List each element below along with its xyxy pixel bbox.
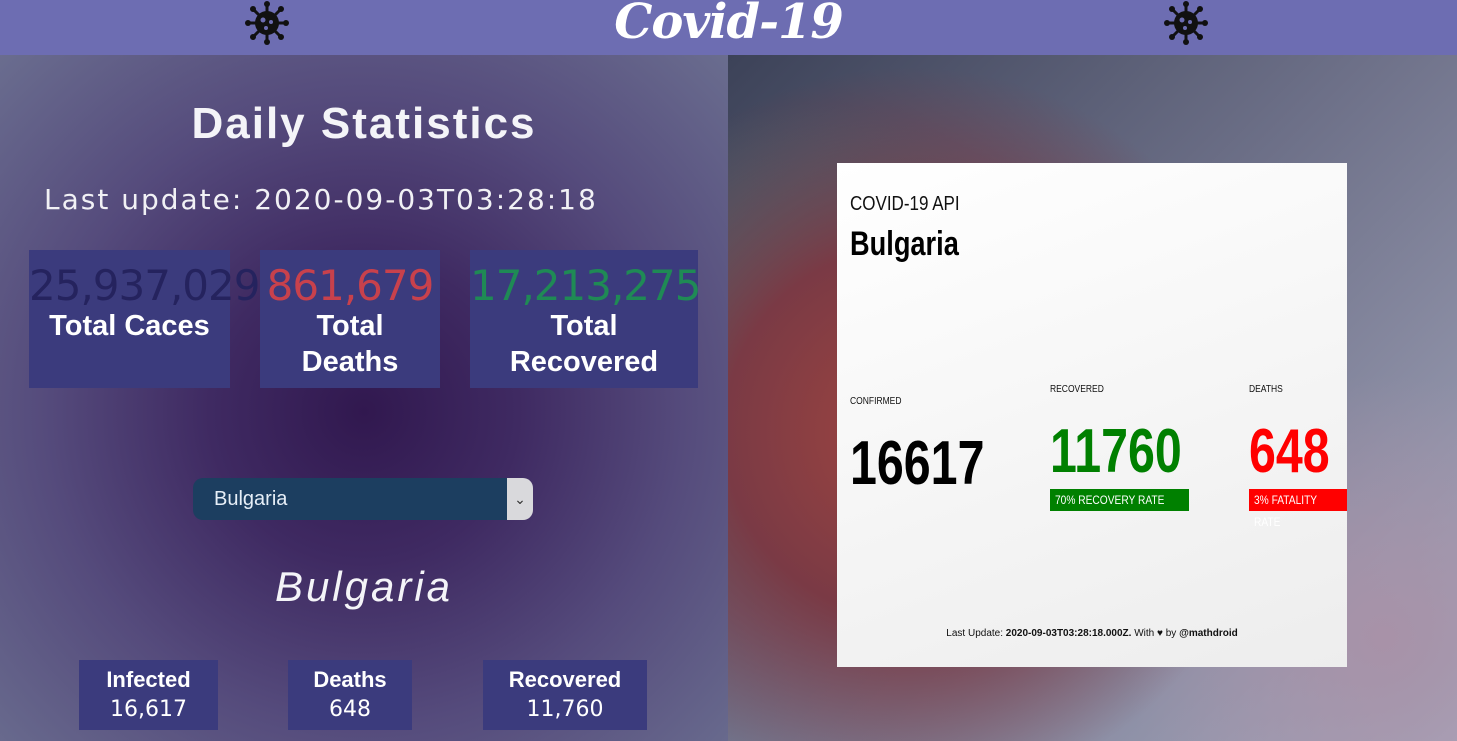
selected-country-name: Bulgaria — [274, 563, 454, 610]
covid-api-card: COVID-19 API Bulgaria CONFIRMED 16617 RE… — [837, 163, 1347, 667]
last-update-label: Last update: — [44, 183, 244, 216]
infected-value: 16,617 — [110, 697, 187, 722]
fatality-rate-text: 3% FATALITY RATE — [1254, 493, 1317, 529]
virus-background-image: COVID-19 API Bulgaria CONFIRMED 16617 RE… — [728, 55, 1457, 741]
virus-icon — [1164, 1, 1208, 45]
country-select-value[interactable]: Bulgaria — [193, 478, 507, 520]
total-deaths-card: 861,679 Total Deaths — [260, 250, 440, 388]
last-update-value: 2020-09-03T03:28:18 — [254, 183, 598, 216]
infected-card: Infected 16,617 — [79, 660, 218, 730]
last-update: Last update: 2020-09-03T03:28:18 — [44, 183, 598, 216]
recovered-label: Recovered — [508, 667, 622, 692]
confirmed-value: 16617 — [850, 429, 985, 498]
footer-by: by — [1165, 628, 1177, 639]
total-deaths-value: 861,679 — [266, 261, 435, 310]
page-title: Daily Statistics — [191, 99, 537, 148]
total-cases-value: 25,937,029 — [29, 261, 260, 310]
country-select[interactable]: Bulgaria ⌄ — [193, 478, 533, 520]
total-cases-label: Total Caces — [49, 310, 210, 342]
api-footer: Last Update: 2020-09-03T03:28:18.000Z. W… — [837, 628, 1347, 639]
deaths-value: 648 — [329, 697, 371, 722]
total-deaths-label-line1: Total — [316, 310, 384, 342]
recovery-rate-text: 70% RECOVERY RATE — [1055, 493, 1165, 507]
total-recovered-label-line1: Total — [550, 310, 618, 342]
api-heading: COVID-19 API — [850, 193, 960, 215]
deaths-api-label: DEATHS — [1249, 384, 1283, 395]
api-country: Bulgaria — [850, 225, 959, 263]
deaths-api-value: 648 — [1249, 417, 1330, 486]
recovered-api-value: 11760 — [1050, 417, 1182, 486]
chevron-down-icon[interactable]: ⌄ — [507, 478, 533, 520]
infected-label: Infected — [106, 667, 191, 692]
total-deaths-label-line2: Deaths — [301, 346, 399, 378]
footer-date: 2020-09-03T03:28:18.000Z. — [1005, 628, 1132, 639]
deaths-card: Deaths 648 — [288, 660, 412, 730]
total-recovered-card: 17,213,275 Total Recovered — [470, 250, 701, 388]
recovery-rate-badge: 70% RECOVERY RATE — [1050, 489, 1189, 511]
footer-author-link[interactable]: @mathdroid — [1179, 628, 1238, 639]
deaths-label: Deaths — [313, 667, 387, 692]
app-title: Covid-19 — [614, 0, 844, 50]
recovered-card: Recovered 11,760 — [483, 660, 647, 730]
confirmed-label: CONFIRMED — [850, 396, 902, 407]
recovered-value: 11,760 — [526, 697, 604, 722]
footer-prefix: Last Update: — [946, 628, 1004, 639]
fatality-rate-badge: 3% FATALITY RATE — [1249, 489, 1347, 529]
recovered-api-label: RECOVERED — [1050, 384, 1104, 395]
statistics-panel: Daily Statistics Last update: 2020-09-03… — [0, 55, 728, 741]
total-recovered-label-line2: Recovered — [509, 346, 659, 378]
heart-icon: ♥ — [1157, 628, 1163, 639]
total-cases-card: 25,937,029 Total Caces — [29, 250, 260, 388]
header-bar: Covid-19 — [0, 0, 1457, 55]
total-recovered-value: 17,213,275 — [470, 261, 701, 310]
footer-with: With — [1134, 628, 1155, 639]
